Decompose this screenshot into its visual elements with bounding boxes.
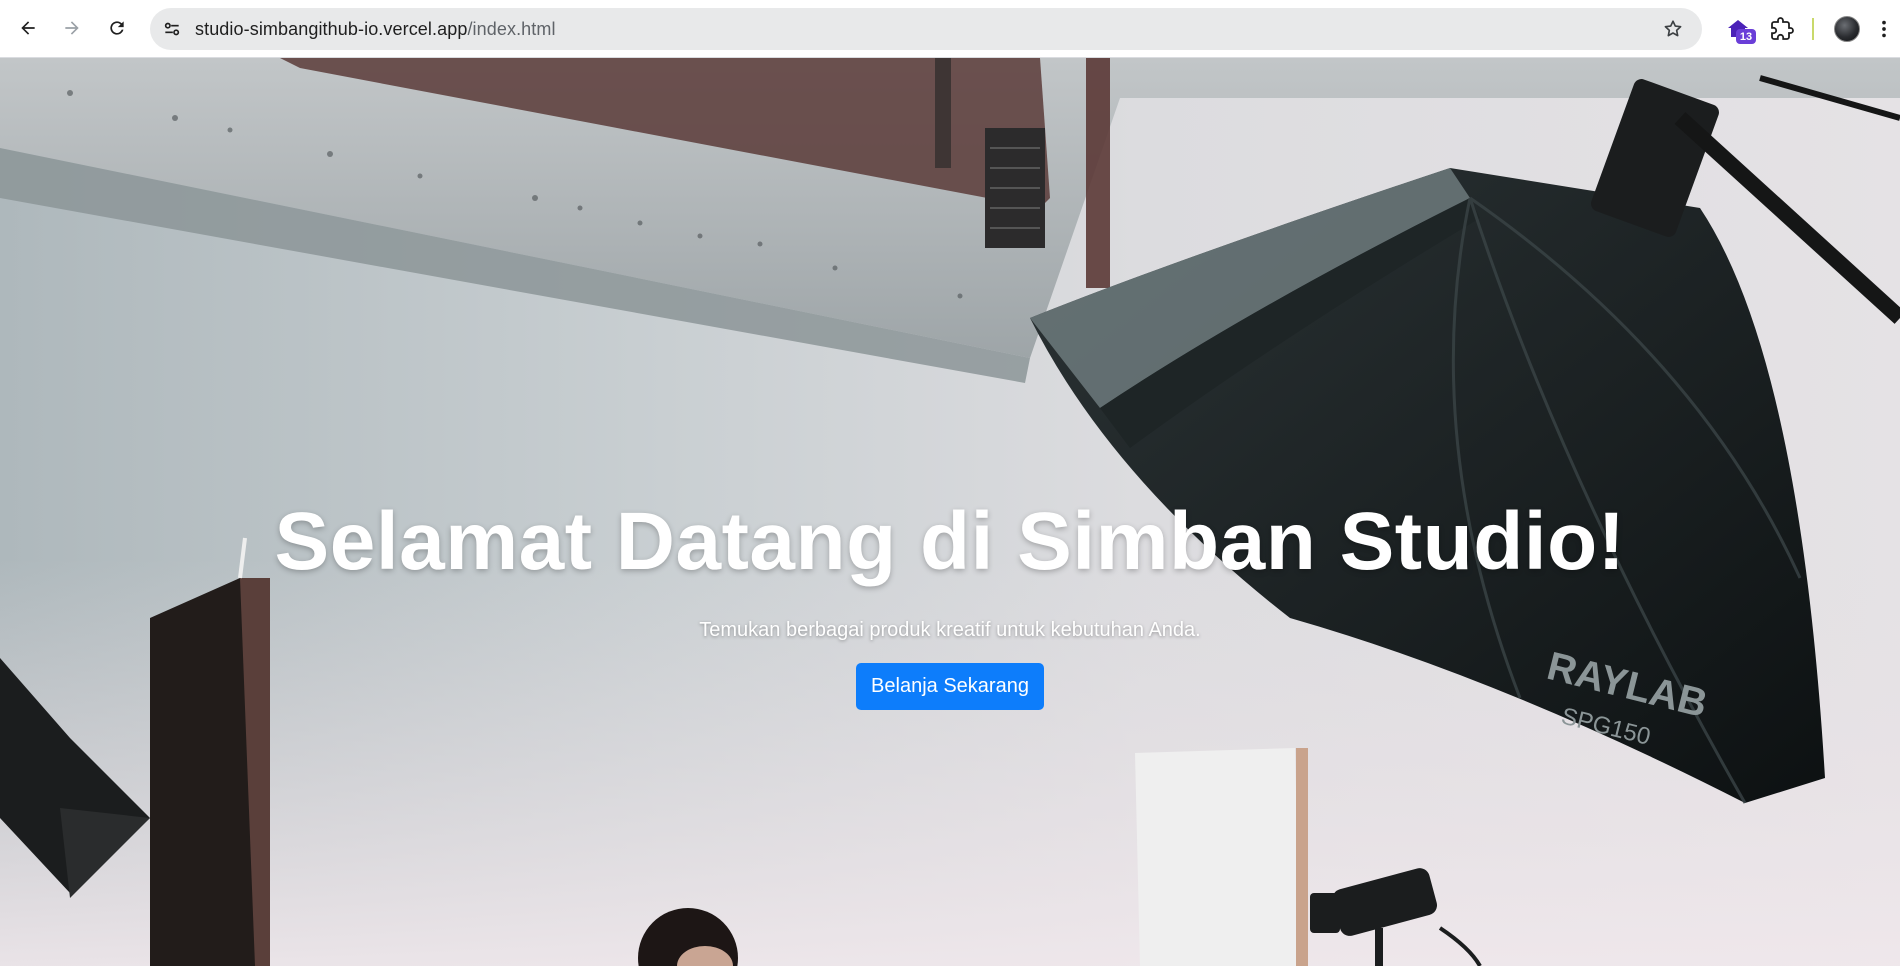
forward-button[interactable] bbox=[56, 12, 88, 44]
reload-icon bbox=[110, 21, 124, 35]
address-bar[interactable]: studio-simbangithub-io.vercel.app/index.… bbox=[150, 8, 1702, 50]
url-text: studio-simbangithub-io.vercel.app/index.… bbox=[195, 19, 556, 40]
toolbar-divider bbox=[1812, 18, 1814, 40]
extensions-menu-button[interactable] bbox=[1766, 13, 1798, 45]
more-menu-icon bbox=[1882, 20, 1886, 38]
url-host: studio-simbangithub-io.vercel.app bbox=[195, 18, 468, 39]
bookmark-star-icon[interactable] bbox=[1658, 14, 1688, 44]
back-button[interactable] bbox=[12, 12, 44, 44]
puzzle-icon bbox=[1771, 17, 1794, 40]
hero-title: Selamat Datang di Simban Studio! bbox=[274, 496, 1626, 587]
avatar[interactable] bbox=[1834, 16, 1860, 42]
forward-arrow-icon bbox=[65, 21, 79, 35]
url-path: /index.html bbox=[467, 18, 556, 39]
site-settings-icon[interactable] bbox=[157, 14, 187, 44]
browser-toolbar: studio-simbangithub-io.vercel.app/index.… bbox=[0, 0, 1900, 58]
reload-button[interactable] bbox=[101, 12, 133, 44]
hero-section: RAYLAB SPG150 Selamat Datang di Simban S… bbox=[0, 58, 1900, 966]
extension-badge: 13 bbox=[1736, 29, 1756, 44]
hero-subtitle: Temukan berbagai produk kreatif untuk ke… bbox=[699, 619, 1201, 641]
hero-content: Selamat Datang di Simban Studio! Temukan… bbox=[0, 58, 1900, 966]
more-menu-button[interactable] bbox=[1874, 13, 1894, 45]
back-arrow-icon bbox=[21, 21, 35, 35]
extension-button[interactable]: 13 bbox=[1722, 13, 1756, 45]
shop-now-button[interactable]: Belanja Sekarang bbox=[856, 663, 1044, 710]
